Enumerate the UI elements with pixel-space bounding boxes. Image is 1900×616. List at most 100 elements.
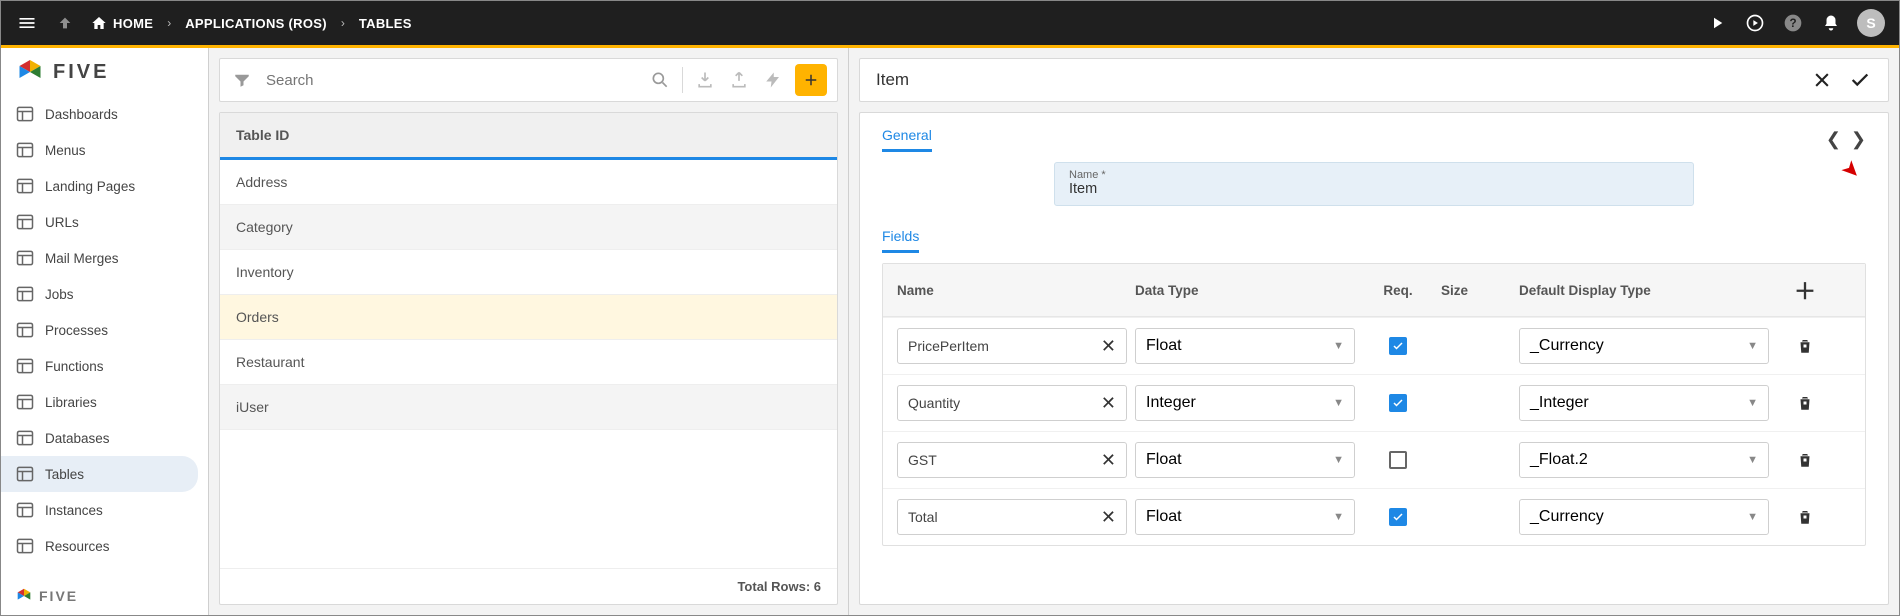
field-datatype-select[interactable]: Float▼ <box>1135 442 1355 478</box>
field-name-input[interactable]: PricePerItem✕ <box>897 328 1127 364</box>
chevron-down-icon: ▼ <box>1333 397 1344 409</box>
chevron-down-icon: ▼ <box>1333 511 1344 523</box>
breadcrumb-home[interactable]: HOME <box>91 15 153 31</box>
sidebar-item-libraries[interactable]: Libraries <box>1 384 198 420</box>
delete-field-icon[interactable] <box>1796 394 1814 412</box>
sidebar: FIVE Dashboards Menus Landing Pages URLs Mai… <box>1 48 209 615</box>
list-rows: AddressCategoryInventoryOrdersRestaurant… <box>220 160 837 568</box>
field-required-checkbox[interactable] <box>1389 508 1407 526</box>
field-required-checkbox[interactable] <box>1389 394 1407 412</box>
confirm-icon[interactable] <box>1848 68 1872 92</box>
col-size: Size <box>1441 283 1511 298</box>
explore-icon[interactable] <box>1743 11 1767 35</box>
clear-icon[interactable]: ✕ <box>1101 450 1116 471</box>
sidebar-item-dashboards[interactable]: Dashboards <box>1 96 198 132</box>
table-row[interactable]: Category <box>220 205 837 250</box>
next-record-icon[interactable]: ❯ <box>1851 129 1866 150</box>
fields-label: Fields <box>882 228 919 253</box>
sidebar-item-label: Databases <box>45 431 110 446</box>
prev-record-icon[interactable]: ❮ <box>1826 129 1841 150</box>
sidebar-item-functions[interactable]: Functions <box>1 348 198 384</box>
col-datatype: Data Type <box>1135 283 1355 298</box>
field-name-input[interactable]: Quantity✕ <box>897 385 1127 421</box>
sidebar-item-label: Functions <box>45 359 104 374</box>
field-datatype-select[interactable]: Integer▼ <box>1135 385 1355 421</box>
help-icon[interactable]: ? <box>1781 11 1805 35</box>
brand-text: FIVE <box>53 61 109 84</box>
detail-toolbar: Item <box>859 58 1889 102</box>
sidebar-item-label: URLs <box>45 215 79 230</box>
footer-logo: FIVE <box>1 577 208 615</box>
table-row[interactable]: Address <box>220 160 837 205</box>
chevron-down-icon: ▼ <box>1747 397 1758 409</box>
search-icon[interactable] <box>648 68 672 92</box>
table-row[interactable]: Inventory <box>220 250 837 295</box>
field-display-select[interactable]: _Integer▼ <box>1519 385 1769 421</box>
breadcrumb-sep: › <box>341 16 345 30</box>
field-row: Total✕Float▼ _Currency▼ <box>883 488 1865 545</box>
nav-list: Dashboards Menus Landing Pages URLs Mail Mer… <box>1 96 208 577</box>
sidebar-item-mail-merges[interactable]: Mail Merges <box>1 240 198 276</box>
tab-general[interactable]: General <box>882 127 932 152</box>
hamburger-icon[interactable] <box>15 11 39 35</box>
field-datatype-select[interactable]: Float▼ <box>1135 328 1355 364</box>
list-footer: Total Rows: 6 <box>220 568 837 604</box>
filter-icon[interactable] <box>230 68 254 92</box>
bolt-icon[interactable] <box>761 68 785 92</box>
delete-field-icon[interactable] <box>1796 337 1814 355</box>
sidebar-item-urls[interactable]: URLs <box>1 204 198 240</box>
chevron-down-icon: ▼ <box>1747 511 1758 523</box>
sidebar-item-processes[interactable]: Processes <box>1 312 198 348</box>
name-field[interactable]: Name * Item <box>1054 162 1694 206</box>
col-display: Default Display Type <box>1519 283 1769 298</box>
field-required-checkbox[interactable] <box>1389 451 1407 469</box>
import-icon[interactable] <box>693 68 717 92</box>
sidebar-item-databases[interactable]: Databases <box>1 420 198 456</box>
detail-body: General ❮ ❯ ➤ Name * Item Fields Name Da… <box>859 112 1889 605</box>
field-display-select[interactable]: _Currency▼ <box>1519 499 1769 535</box>
col-req: Req. <box>1363 283 1433 298</box>
sidebar-item-label: Dashboards <box>45 107 118 122</box>
close-icon[interactable] <box>1810 68 1834 92</box>
field-display-select[interactable]: _Float.2▼ <box>1519 442 1769 478</box>
fields-header: Name Data Type Req. Size Default Display… <box>883 264 1865 317</box>
sidebar-item-instances[interactable]: Instances <box>1 492 198 528</box>
sidebar-item-landing-pages[interactable]: Landing Pages <box>1 168 198 204</box>
table-row[interactable]: iUser <box>220 385 837 430</box>
table-row[interactable]: Restaurant <box>220 340 837 385</box>
avatar[interactable]: S <box>1857 9 1885 37</box>
play-icon[interactable] <box>1705 11 1729 35</box>
delete-field-icon[interactable] <box>1796 451 1814 469</box>
chevron-down-icon: ▼ <box>1333 454 1344 466</box>
name-field-label: Name * <box>1069 169 1679 181</box>
sidebar-item-jobs[interactable]: Jobs <box>1 276 198 312</box>
delete-field-icon[interactable] <box>1796 508 1814 526</box>
sidebar-item-menus[interactable]: Menus <box>1 132 198 168</box>
sidebar-item-label: Resources <box>45 539 110 554</box>
field-display-select[interactable]: _Currency▼ <box>1519 328 1769 364</box>
sidebar-item-tables[interactable]: Tables <box>1 456 198 492</box>
table-row[interactable]: Orders <box>220 295 837 340</box>
field-row: PricePerItem✕Float▼ _Currency▼ <box>883 317 1865 374</box>
field-datatype-select[interactable]: Float▼ <box>1135 499 1355 535</box>
export-icon[interactable] <box>727 68 751 92</box>
clear-icon[interactable]: ✕ <box>1101 393 1116 414</box>
add-button[interactable] <box>795 64 827 96</box>
sidebar-item-label: Menus <box>45 143 86 158</box>
breadcrumb-home-label: HOME <box>113 16 153 31</box>
list-box: Table ID AddressCategoryInventoryOrdersR… <box>219 112 838 605</box>
name-field-value: Item <box>1069 181 1679 197</box>
breadcrumb-app[interactable]: APPLICATIONS (ROS) <box>185 16 327 31</box>
field-name-input[interactable]: Total✕ <box>897 499 1127 535</box>
sidebar-item-label: Mail Merges <box>45 251 119 266</box>
add-field-button[interactable]: ＋ <box>1777 274 1833 306</box>
sidebar-item-resources[interactable]: Resources <box>1 528 198 564</box>
detail-panel: Item General ❮ ❯ ➤ Name * Item Fields <box>849 48 1899 615</box>
clear-icon[interactable]: ✕ <box>1101 507 1116 528</box>
search-input[interactable] <box>264 71 638 90</box>
clear-icon[interactable]: ✕ <box>1101 336 1116 357</box>
field-name-input[interactable]: GST✕ <box>897 442 1127 478</box>
bell-icon[interactable] <box>1819 11 1843 35</box>
up-arrow-icon[interactable] <box>53 11 77 35</box>
field-required-checkbox[interactable] <box>1389 337 1407 355</box>
